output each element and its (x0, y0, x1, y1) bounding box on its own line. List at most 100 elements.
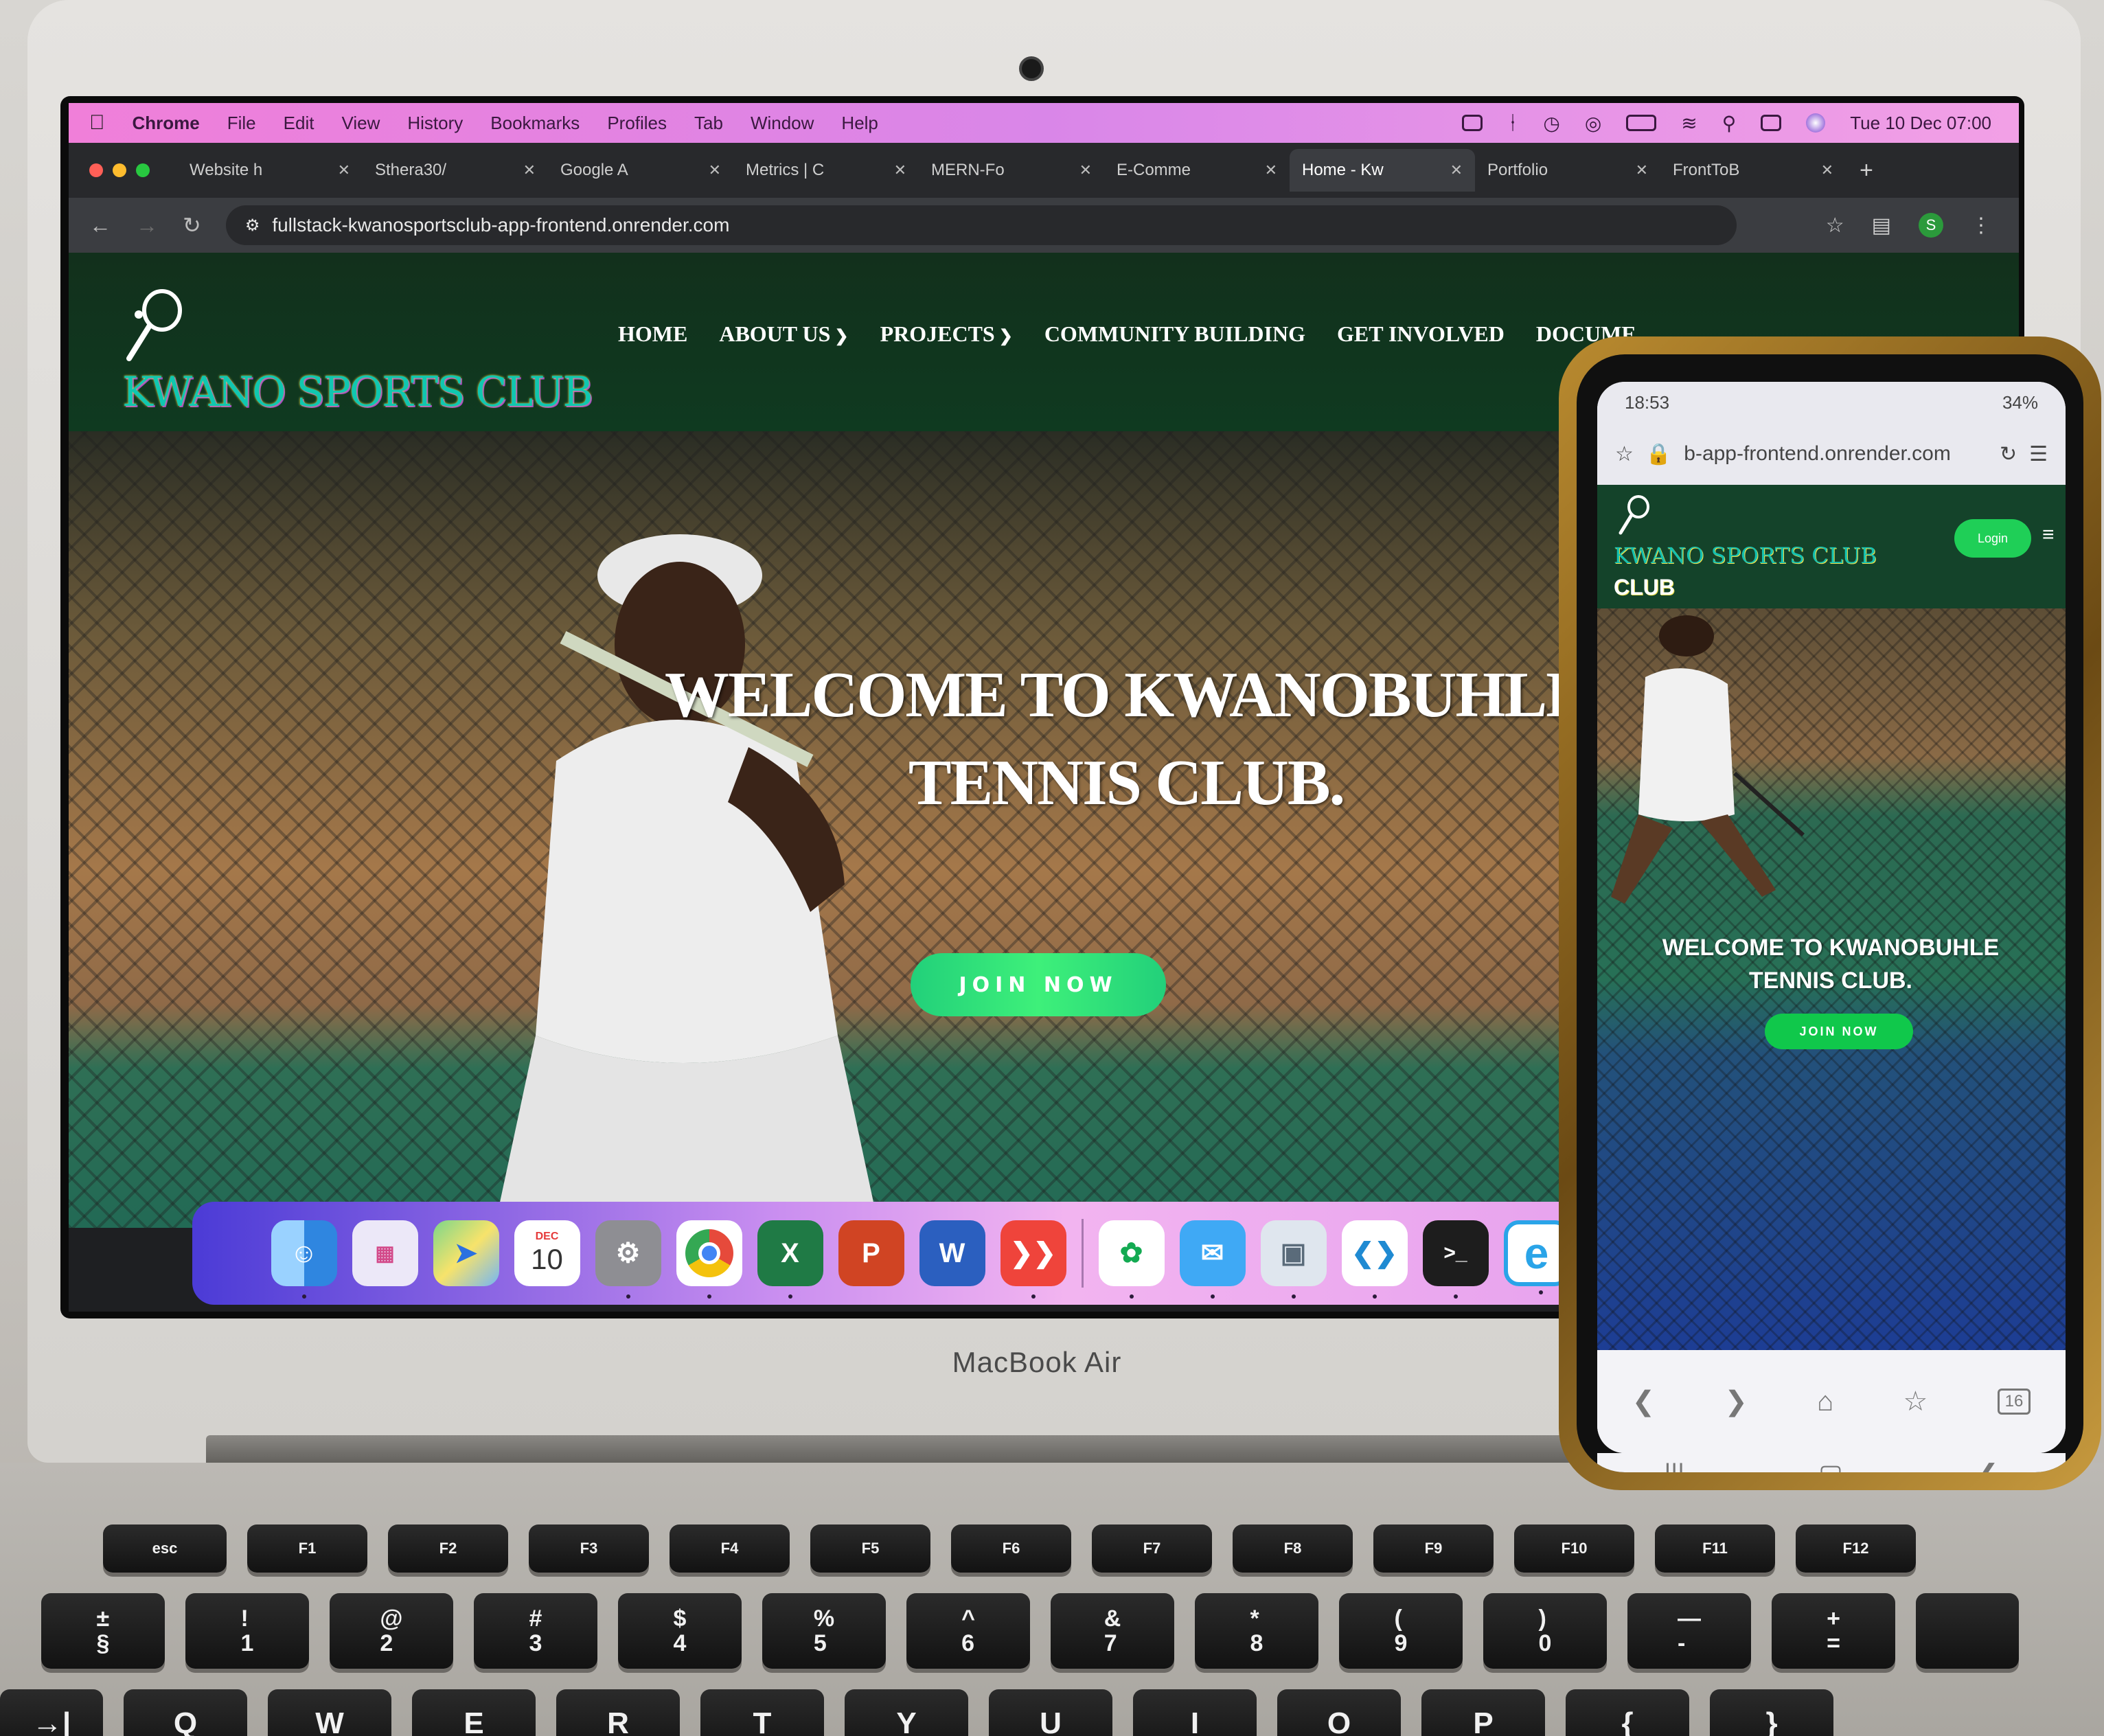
key-f4[interactable]: F4 (670, 1524, 790, 1573)
key-8[interactable]: * 8 (1195, 1593, 1318, 1669)
address-bar[interactable]: ⚙ fullstack-kwanosportsclub-app-frontend… (225, 205, 1737, 245)
preview-icon[interactable]: ▣ (1260, 1220, 1327, 1299)
close-icon[interactable]: ✕ (894, 161, 906, 179)
menubar-clock[interactable]: Tue 10 Dec 07:00 (1850, 113, 1991, 134)
menu-profiles[interactable]: Profiles (607, 113, 667, 134)
menu-app-name[interactable]: Chrome (133, 113, 200, 134)
close-icon[interactable]: ✕ (1821, 161, 1833, 179)
bookmark-star-icon[interactable]: ☆ (1615, 442, 1634, 466)
close-icon[interactable]: ✕ (1079, 161, 1092, 179)
menu-icon[interactable]: ☰ (2029, 442, 2048, 466)
key-f10[interactable]: F10 (1514, 1524, 1634, 1573)
airdrop-icon[interactable]: ◎ (1585, 112, 1601, 135)
back-arrow-icon[interactable]: ← (89, 213, 111, 238)
key-minus[interactable]: — - (1627, 1593, 1751, 1669)
key-o[interactable]: O (1277, 1689, 1401, 1736)
key-p[interactable]: P (1421, 1689, 1545, 1736)
home-button-icon[interactable]: ▢ (1818, 1459, 1843, 1473)
key-equals[interactable]: + = (1772, 1593, 1895, 1669)
site-settings-icon[interactable]: ⚙ (245, 216, 260, 236)
browser-tab[interactable]: Portfolio ✕ (1475, 149, 1660, 192)
zoom-window-button[interactable] (136, 163, 150, 177)
key-5[interactable]: % 5 (762, 1593, 886, 1669)
tabs-icon[interactable]: 16 (1997, 1389, 2031, 1415)
siri-icon[interactable] (1806, 113, 1826, 133)
key-f7[interactable]: F7 (1092, 1524, 1212, 1573)
browser-tab-active[interactable]: Home - Kw ✕ (1290, 149, 1475, 192)
menu-history[interactable]: History (407, 113, 463, 134)
system-settings-icon[interactable]: ⚙ (595, 1220, 661, 1299)
excel-icon[interactable]: X (757, 1220, 823, 1299)
site-logo-text[interactable]: KWANO SPORTS CLUB (122, 368, 593, 416)
more-menu-icon[interactable]: ⋮ (1971, 214, 1991, 238)
recent-apps-icon[interactable]: ||| (1664, 1459, 1684, 1473)
nav-home[interactable]: HOME (618, 321, 687, 347)
browser-tab[interactable]: MERN-Fo ✕ (919, 149, 1104, 192)
key-delete[interactable] (1916, 1593, 2019, 1669)
login-button[interactable]: Login (1954, 519, 2031, 558)
nav-get-involved[interactable]: GET INVOLVED (1337, 321, 1505, 347)
key-f12[interactable]: F12 (1796, 1524, 1916, 1573)
key-w[interactable]: W (268, 1689, 391, 1736)
b-icon[interactable] (1461, 115, 1483, 131)
forward-arrow-icon[interactable]: → (136, 213, 158, 238)
bookmark-star-icon[interactable]: ☆ (1826, 214, 1844, 238)
phone-address-bar[interactable]: ☆ 🔒 b-app-frontend.onrender.com ↻ ☰ (1597, 423, 2066, 485)
key-y[interactable]: Y (845, 1689, 968, 1736)
menu-window[interactable]: Window (751, 113, 814, 134)
menu-bookmarks[interactable]: Bookmarks (490, 113, 580, 134)
key-7[interactable]: & 7 (1051, 1593, 1174, 1669)
time-machine-icon[interactable]: ◷ (1543, 112, 1559, 135)
back-icon[interactable]: ❮ (1977, 1459, 1999, 1473)
key-f1[interactable]: F1 (247, 1524, 367, 1573)
menu-edit[interactable]: Edit (284, 113, 315, 134)
launchpad-icon[interactable]: ▦ (352, 1220, 418, 1286)
phone-join-now-button[interactable]: JOIN NOW (1765, 1014, 1913, 1049)
key-f3[interactable]: F3 (529, 1524, 649, 1573)
nav-projects[interactable]: PROJECTS ❯ (880, 321, 1013, 347)
browser-tab[interactable]: FrontToB ✕ (1660, 149, 1846, 192)
chrome-icon[interactable] (676, 1220, 742, 1299)
word-icon[interactable]: W (919, 1220, 985, 1286)
key-section[interactable]: ± § (41, 1593, 165, 1669)
key-0[interactable]: ) 0 (1483, 1593, 1607, 1669)
key-q[interactable]: Q (124, 1689, 247, 1736)
minimize-window-button[interactable] (113, 163, 126, 177)
bookmarks-icon[interactable]: ☆ (1903, 1386, 1928, 1417)
join-now-button[interactable]: JOIN NOW (911, 953, 1166, 1016)
browser-tab[interactable]: Sthera30/ ✕ (363, 149, 548, 192)
mongodb-compass-icon[interactable]: ✿ (1098, 1220, 1165, 1299)
key-f8[interactable]: F8 (1233, 1524, 1353, 1573)
key-1[interactable]: ! 1 (185, 1593, 309, 1669)
extensions-icon[interactable]: ▤ (1872, 214, 1891, 238)
close-icon[interactable]: ✕ (1265, 161, 1277, 179)
hamburger-menu-icon[interactable]: ≡ (2042, 523, 2055, 547)
key-open-brace[interactable]: { (1566, 1689, 1689, 1736)
key-2[interactable]: @ 2 (330, 1593, 453, 1669)
mail-icon[interactable]: ✉ (1179, 1220, 1246, 1299)
bluetooth-icon[interactable]: ᛂ (1507, 112, 1519, 134)
tennis-racket-icon[interactable] (1616, 494, 1651, 536)
key-close-brace[interactable]: } (1710, 1689, 1833, 1736)
profile-avatar[interactable]: S (1919, 213, 1943, 238)
terminal-icon[interactable]: >_ (1422, 1220, 1489, 1299)
menu-help[interactable]: Help (841, 113, 878, 134)
key-i[interactable]: I (1133, 1689, 1257, 1736)
close-icon[interactable]: ✕ (1636, 161, 1648, 179)
home-icon[interactable]: ⌂ (1817, 1386, 1833, 1417)
key-tab[interactable]: →| (0, 1689, 103, 1736)
key-e[interactable]: E (412, 1689, 536, 1736)
tennis-racket-icon[interactable] (124, 287, 185, 363)
wifi-icon[interactable]: ≋ (1681, 112, 1697, 135)
close-icon[interactable]: ✕ (1450, 161, 1463, 179)
menu-tab[interactable]: Tab (694, 113, 723, 134)
new-tab-button[interactable]: + (1860, 157, 1873, 184)
battery-icon[interactable] (1626, 115, 1657, 131)
key-esc[interactable]: esc (103, 1524, 227, 1573)
key-3[interactable]: # 3 (474, 1593, 597, 1669)
key-f9[interactable]: F9 (1373, 1524, 1494, 1573)
reload-icon[interactable]: ↻ (2000, 442, 2017, 466)
powerpoint-icon[interactable]: P (838, 1220, 904, 1286)
back-arrow-icon[interactable]: ❮ (1632, 1386, 1656, 1417)
key-f5[interactable]: F5 (810, 1524, 930, 1573)
